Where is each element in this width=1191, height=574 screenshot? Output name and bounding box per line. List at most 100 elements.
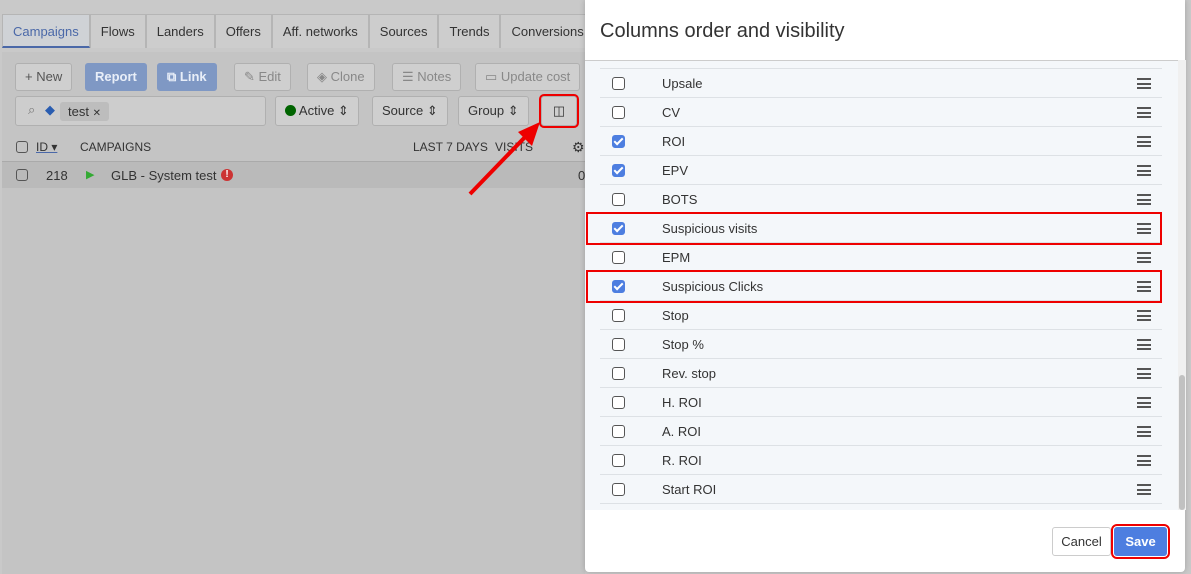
drag-handle-icon[interactable]: [1137, 136, 1151, 147]
tab-campaigns[interactable]: Campaigns: [2, 14, 90, 48]
save-button[interactable]: Save: [1111, 524, 1170, 559]
search-icon: ⌕: [28, 102, 36, 117]
row-name[interactable]: GLB - System test: [111, 162, 216, 189]
columns-list: Upsale CV ROI EPV BOTS Suspicious visits EPM Su…: [585, 60, 1185, 510]
column-checkbox[interactable]: [612, 454, 625, 467]
tab-conversions[interactable]: Conversions: [500, 14, 595, 48]
column-checkbox[interactable]: [612, 77, 625, 90]
drag-handle-icon[interactable]: [1137, 397, 1151, 408]
tag-chip: test ✕: [60, 102, 109, 121]
tab-offers[interactable]: Offers: [214, 14, 272, 48]
plus-icon: +: [25, 69, 37, 84]
column-checkbox[interactable]: [612, 106, 625, 119]
tab-sources[interactable]: Sources: [368, 14, 439, 48]
columns-icon: ◫: [552, 103, 566, 118]
column-item[interactable]: A. ROI: [600, 417, 1162, 446]
column-label: Stop %: [662, 337, 704, 352]
clone-button[interactable]: ◈ Clone: [307, 63, 375, 91]
edit-button[interactable]: ✎ Edit: [234, 63, 291, 91]
notes-button[interactable]: ☰ Notes: [392, 63, 462, 91]
column-label: Upsale: [662, 76, 703, 91]
column-checkbox[interactable]: [612, 396, 625, 409]
column-checkbox[interactable]: [612, 280, 625, 293]
column-item[interactable]: Suspicious Clicks: [600, 272, 1162, 301]
column-checkbox[interactable]: [612, 193, 625, 206]
column-item[interactable]: ROI: [600, 127, 1162, 156]
arrow-annotation: [468, 122, 540, 196]
campaigns-header[interactable]: CAMPAIGNS: [80, 134, 151, 160]
list-icon: ☰: [402, 69, 418, 84]
column-checkbox[interactable]: [612, 483, 625, 496]
column-item[interactable]: [600, 61, 1162, 69]
row-id: 218: [46, 168, 68, 183]
column-checkbox[interactable]: [612, 222, 625, 235]
column-item[interactable]: CV: [600, 98, 1162, 127]
link-button[interactable]: ⧉ Link: [157, 63, 217, 91]
column-item[interactable]: Suspicious visits: [600, 214, 1162, 243]
drag-handle-icon[interactable]: [1137, 78, 1151, 89]
drag-handle-icon[interactable]: [1137, 339, 1151, 350]
column-label: H. ROI: [662, 395, 702, 410]
column-label: BOTS: [662, 192, 698, 207]
report-button[interactable]: Report: [85, 63, 147, 91]
new-button[interactable]: + New: [15, 63, 73, 91]
columns-modal: Columns order and visibility Upsale CV ROI…: [585, 0, 1186, 572]
update-cost-button[interactable]: ▭ Update cost: [475, 63, 581, 91]
status-dot-icon: [285, 105, 296, 116]
column-label: EPM: [662, 250, 691, 265]
pencil-icon: ✎: [244, 69, 259, 84]
tab-flows[interactable]: Flows: [89, 14, 146, 48]
link-label: Link: [179, 69, 207, 84]
drag-handle-icon[interactable]: [1137, 484, 1151, 495]
column-item[interactable]: H. ROI: [600, 388, 1162, 417]
column-label: A. ROI: [662, 424, 702, 439]
column-item[interactable]: Start ROI: [600, 475, 1162, 504]
column-item[interactable]: Stop: [600, 301, 1162, 330]
column-item[interactable]: EPM: [600, 243, 1162, 272]
column-checkbox[interactable]: [612, 309, 625, 322]
row-checkbox[interactable]: [16, 169, 28, 181]
source-filter[interactable]: Source ⇕: [372, 96, 448, 126]
drag-handle-icon[interactable]: [1137, 223, 1151, 234]
scrollbar-thumb[interactable]: [1179, 375, 1185, 510]
tab-landers[interactable]: Landers: [145, 14, 215, 48]
drag-handle-icon[interactable]: [1137, 194, 1151, 205]
drag-handle-icon[interactable]: [1137, 368, 1151, 379]
select-all-checkbox[interactable]: [16, 141, 28, 153]
tab-aff-networks[interactable]: Aff. networks: [271, 14, 369, 48]
drag-handle-icon[interactable]: [1137, 310, 1151, 321]
column-item[interactable]: Stop %: [600, 330, 1162, 359]
search-input[interactable]: ⌕ ◆ test ✕: [15, 96, 266, 126]
drag-handle-icon[interactable]: [1137, 281, 1151, 292]
column-item[interactable]: Upsale: [600, 69, 1162, 98]
drag-handle-icon[interactable]: [1137, 455, 1151, 466]
column-item[interactable]: Rev. stop: [600, 359, 1162, 388]
column-checkbox[interactable]: [612, 338, 625, 351]
column-checkbox[interactable]: [612, 164, 625, 177]
notes-label: Notes: [417, 69, 452, 84]
layers-icon: ◈: [317, 69, 331, 84]
scrollbar[interactable]: [1178, 60, 1186, 510]
cancel-button[interactable]: Cancel: [1052, 527, 1111, 556]
id-header[interactable]: ID ▾: [36, 134, 57, 160]
column-label: Start ROI: [662, 482, 717, 497]
column-checkbox[interactable]: [612, 251, 625, 264]
drag-handle-icon[interactable]: [1137, 165, 1151, 176]
column-item[interactable]: R. ROI: [600, 446, 1162, 475]
column-label: CV: [662, 105, 681, 120]
drag-handle-icon[interactable]: [1137, 107, 1151, 118]
remove-tag-icon[interactable]: ✕: [93, 108, 101, 119]
main-tabs: Campaigns Flows Landers Offers Aff. netw…: [2, 14, 595, 48]
column-item[interactable]: BOTS: [600, 185, 1162, 214]
status-filter[interactable]: Active ⇕: [275, 96, 359, 126]
column-label: ROI: [662, 134, 686, 149]
column-checkbox[interactable]: [612, 135, 625, 148]
tab-trends[interactable]: Trends: [438, 14, 501, 48]
column-checkbox[interactable]: [612, 367, 625, 380]
drag-handle-icon[interactable]: [1137, 426, 1151, 437]
column-checkbox[interactable]: [612, 425, 625, 438]
tag-icon: ◆: [45, 102, 55, 117]
drag-handle-icon[interactable]: [1137, 252, 1151, 263]
column-item[interactable]: EPV: [600, 156, 1162, 185]
gear-icon[interactable]: ⚙: [572, 134, 585, 160]
